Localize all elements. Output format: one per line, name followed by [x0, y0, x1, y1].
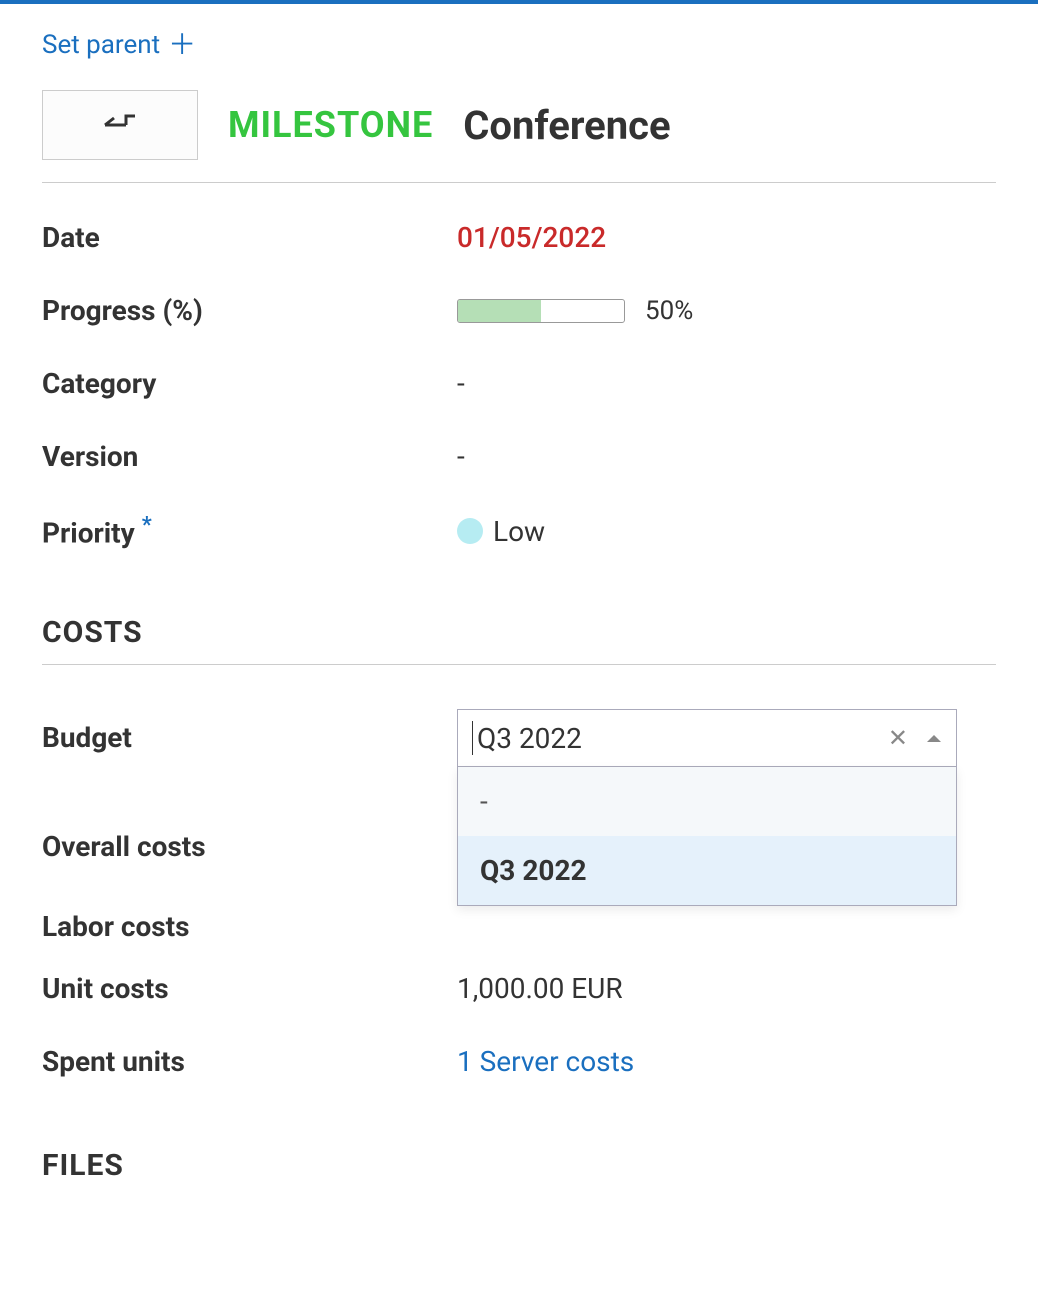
budget-option-none[interactable]: - — [458, 767, 956, 836]
progress-bar — [457, 299, 625, 323]
spent-units-row: Spent units 1 Server costs — [42, 1025, 996, 1098]
budget-option-q3-2022[interactable]: Q3 2022 — [458, 836, 956, 905]
unit-costs-label: Unit costs — [42, 972, 457, 1005]
text-caret-icon — [472, 721, 473, 755]
budget-dropdown: - Q3 2022 — [457, 767, 957, 906]
costs-section-title: COSTS — [42, 615, 996, 665]
budget-select[interactable]: Q3 2022 ✕ - Q3 2022 — [457, 709, 957, 906]
category-value[interactable]: - — [457, 367, 465, 400]
spent-units-value[interactable]: 1 Server costs — [457, 1045, 634, 1078]
header: MILESTONE Conference — [42, 90, 996, 183]
category-row: Category - — [42, 347, 996, 420]
set-parent-label: Set parent — [42, 30, 160, 60]
milestone-type-icon — [102, 114, 138, 136]
type-button[interactable] — [42, 90, 198, 160]
page-title[interactable]: Conference — [463, 102, 670, 149]
priority-value[interactable]: Low — [457, 515, 545, 548]
version-value[interactable]: - — [457, 440, 465, 473]
date-row: Date 01/05/2022 — [42, 201, 996, 274]
set-parent-link[interactable]: Set parent ＋ — [42, 30, 196, 60]
labor-costs-label: Labor costs — [42, 910, 457, 943]
date-label: Date — [42, 221, 457, 254]
budget-label: Budget — [42, 709, 457, 754]
budget-row: Budget Q3 2022 ✕ - Q3 20 — [42, 683, 996, 906]
unit-costs-row: Unit costs 1,000.00 EUR — [42, 966, 996, 1025]
budget-input[interactable]: Q3 2022 ✕ — [457, 709, 957, 767]
plus-icon: ＋ — [168, 31, 196, 59]
progress-row: Progress (%) 50% — [42, 274, 996, 347]
progress-value[interactable]: 50% — [457, 296, 693, 326]
version-label: Version — [42, 440, 457, 473]
priority-label: Priority * — [42, 513, 457, 549]
files-section-title: FILES — [42, 1148, 996, 1197]
type-tag: MILESTONE — [228, 104, 433, 146]
spent-units-label: Spent units — [42, 1045, 457, 1078]
version-row: Version - — [42, 420, 996, 493]
clear-icon[interactable]: ✕ — [888, 724, 908, 752]
category-label: Category — [42, 367, 457, 400]
required-asterisk: * — [142, 513, 152, 538]
unit-costs-value[interactable]: 1,000.00 EUR — [457, 972, 623, 1005]
progress-label: Progress (%) — [42, 294, 457, 327]
progress-fill — [458, 300, 541, 322]
progress-text: 50% — [645, 296, 693, 326]
chevron-up-icon[interactable] — [926, 733, 942, 743]
date-value[interactable]: 01/05/2022 — [457, 221, 606, 254]
priority-row: Priority * Low — [42, 493, 996, 569]
priority-dot-icon — [457, 518, 483, 544]
